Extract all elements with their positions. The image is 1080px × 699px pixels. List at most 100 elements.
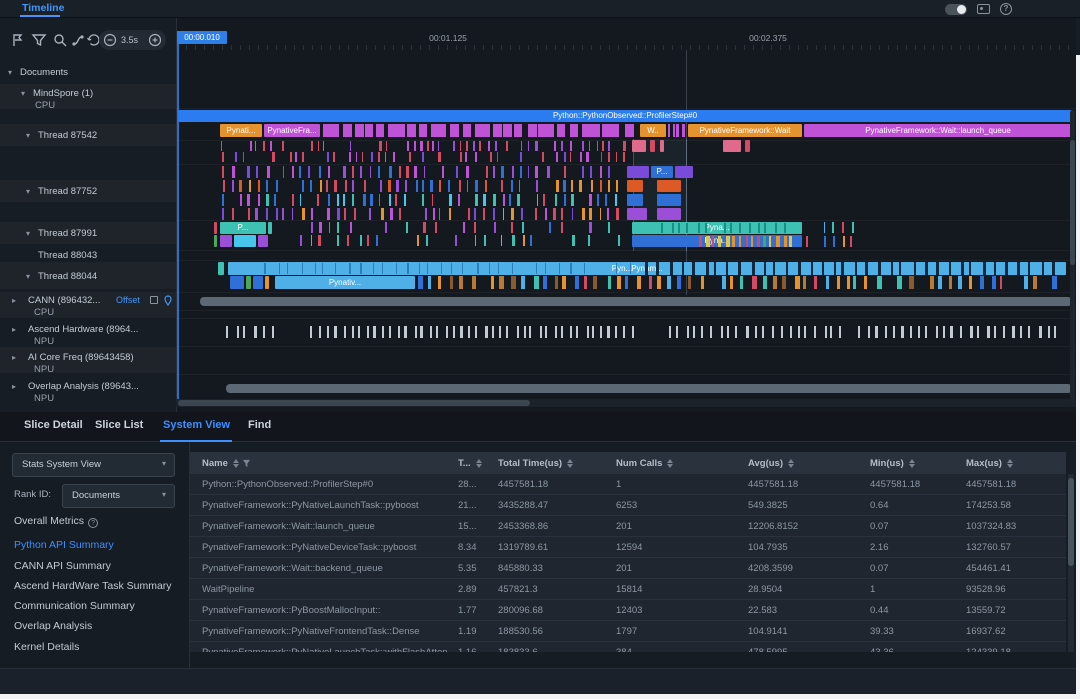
timeline-segment[interactable] [214,222,217,234]
table-vscrollbar-thumb[interactable] [1068,478,1074,566]
bottom-tab-slice-detail[interactable]: Slice Detail [24,419,83,431]
table-row[interactable]: PynativeFramework::PyNativeDeviceTask::p… [190,537,1066,558]
tree-row-thread-88043[interactable]: Thread 88043 [0,249,176,263]
timeline-segment[interactable]: Pynati... [220,124,262,137]
sort-icon[interactable] [476,459,482,468]
cann-scrollbar[interactable] [200,297,1072,306]
table-row[interactable]: Python::PythonObserved::ProfilerStep#028… [190,474,1066,495]
sort-icon[interactable] [233,459,239,468]
timeline-segment[interactable]: W.. [640,124,666,137]
timeline-segment[interactable] [675,166,693,178]
tree-row-thread-87542[interactable]: ▾Thread 87542 [0,129,176,143]
table-row[interactable]: PynativeFramework::Wait::launch_queue15.… [190,516,1066,537]
column-header-maxus[interactable]: Max(us) [966,458,1066,469]
caret-down-icon[interactable]: ▾ [8,66,12,79]
timeline-segment[interactable] [650,140,655,152]
caret-down-icon[interactable]: ▾ [26,270,30,283]
timeline-segment[interactable]: Pynativ... [275,276,415,289]
tree-row-documents[interactable]: ▾Documents [0,66,176,80]
sort-icon[interactable] [788,459,794,468]
help-icon[interactable]: ? [88,518,98,528]
timeline-vscrollbar-thumb[interactable] [1070,140,1075,265]
sort-icon[interactable] [909,459,915,468]
timeline-segment[interactable] [214,235,217,247]
timeline-segment[interactable] [230,276,244,289]
column-header-name[interactable]: Name [190,458,458,469]
timeline-segment[interactable] [268,222,272,234]
caret-down-icon[interactable]: ▾ [26,185,30,198]
timeline-segment[interactable] [627,180,643,192]
timeline-segment[interactable] [246,276,251,289]
filter-icon[interactable] [31,32,49,50]
timeline-segment[interactable] [265,276,269,289]
sort-icon[interactable] [567,459,573,468]
timeline-segment[interactable] [218,262,224,275]
stats-view-select[interactable]: Stats System View ▾ [12,453,175,477]
timeline-segment[interactable]: PynativeFramework::Wait::launch_queue [804,124,1072,137]
offset-checkbox[interactable] [150,296,158,304]
table-row[interactable]: PynativeFramework::Wait::backend_queue5.… [190,558,1066,579]
timeline-segment[interactable] [723,140,741,152]
column-header-numcalls[interactable]: Num Calls [616,458,748,469]
timeline-segment[interactable] [660,140,664,152]
zoom-in-icon[interactable] [148,33,166,51]
screenshot-icon[interactable] [977,4,990,14]
timeline-segment[interactable] [657,180,681,192]
rank-id-select[interactable]: Documents ▾ [62,484,175,508]
timeline-segment[interactable] [745,140,750,152]
sort-icon[interactable] [1007,459,1013,468]
timeline-hscrollbar-thumb[interactable] [178,400,530,406]
column-header-avgus[interactable]: Avg(us) [748,458,870,469]
table-row[interactable]: PynativeFramework::PyBoostMallocInput::1… [190,600,1066,621]
table-row[interactable]: PynativeFramework::PyNativeLaunchTask::w… [190,642,1066,652]
timeline-segment[interactable] [627,194,643,206]
flag-icon[interactable] [10,32,28,50]
tree-row-cpu[interactable]: CPU [0,99,176,113]
timeline-segment[interactable] [627,208,647,220]
theme-toggle[interactable] [945,4,967,15]
table-row[interactable]: PynativeFramework::PyNativeLaunchTask::p… [190,495,1066,516]
timeline-segment[interactable]: Pyn... [600,262,644,275]
table-row[interactable]: PynativeFramework::PyNativeFrontendTask:… [190,621,1066,642]
column-header-t[interactable]: T... [458,458,498,469]
help-icon[interactable]: ? [1000,3,1012,15]
menu-item-cann-api-summary[interactable]: CANN API Summary [14,560,111,572]
timeline-segment[interactable]: P... [651,166,673,178]
tab-timeline[interactable]: Timeline [22,2,64,14]
timeline-segment[interactable]: Python::PythonObserved::ProfilerStep#0 [178,110,1072,122]
menu-item-overall-metrics[interactable]: Overall Metrics? [14,515,98,528]
tree-row-npu[interactable]: NPU [0,335,176,349]
timeline-segment[interactable] [632,140,646,152]
menu-item-overlap-analysis[interactable]: Overlap Analysis [14,620,92,632]
tree-row-thread-87991[interactable]: ▾Thread 87991 [0,227,176,241]
pin-icon[interactable] [163,295,173,306]
timeline-segment[interactable] [253,276,263,289]
filter-icon[interactable] [242,459,251,468]
timeline-segment[interactable]: PynativeFramework::Wait [688,124,802,137]
table-row[interactable]: WaitPipeline2.89457821.31581428.95041935… [190,579,1066,600]
timeline-segment[interactable]: PynativeFra... [264,124,320,137]
timeline-segment[interactable] [258,235,268,247]
bottom-tab-system-view[interactable]: System View [163,419,230,431]
column-header-totaltimeus[interactable]: Total Time(us) [498,458,616,469]
overlap-scrollbar[interactable] [226,384,1072,393]
timeline-segment[interactable] [234,235,256,247]
menu-item-ascend-hardware-task-summary[interactable]: Ascend HardWare Task Summary [14,580,172,592]
menu-item-python-api-summary[interactable]: Python API Summary [14,539,114,551]
tree-row-cpu[interactable]: CPU [0,306,176,320]
timeline-segment[interactable] [657,194,681,206]
timeline-segment[interactable]: P... [220,222,266,234]
caret-down-icon[interactable]: ▾ [26,227,30,240]
menu-item-communication-summary[interactable]: Communication Summary [14,600,135,612]
sort-icon[interactable] [667,459,673,468]
timeline-segment[interactable] [627,166,649,178]
search-icon[interactable] [52,32,70,50]
timeline-segment[interactable] [220,235,232,247]
tree-row-thread-88044[interactable]: ▾Thread 88044 [0,270,176,284]
bottom-tab-find[interactable]: Find [248,419,271,431]
zoom-out-icon[interactable] [103,33,121,51]
menu-item-kernel-details[interactable]: Kernel Details [14,641,79,653]
tree-row-thread-87752[interactable]: ▾Thread 87752 [0,185,176,199]
caret-down-icon[interactable]: ▾ [26,129,30,142]
tree-row-npu[interactable]: NPU [0,363,176,377]
